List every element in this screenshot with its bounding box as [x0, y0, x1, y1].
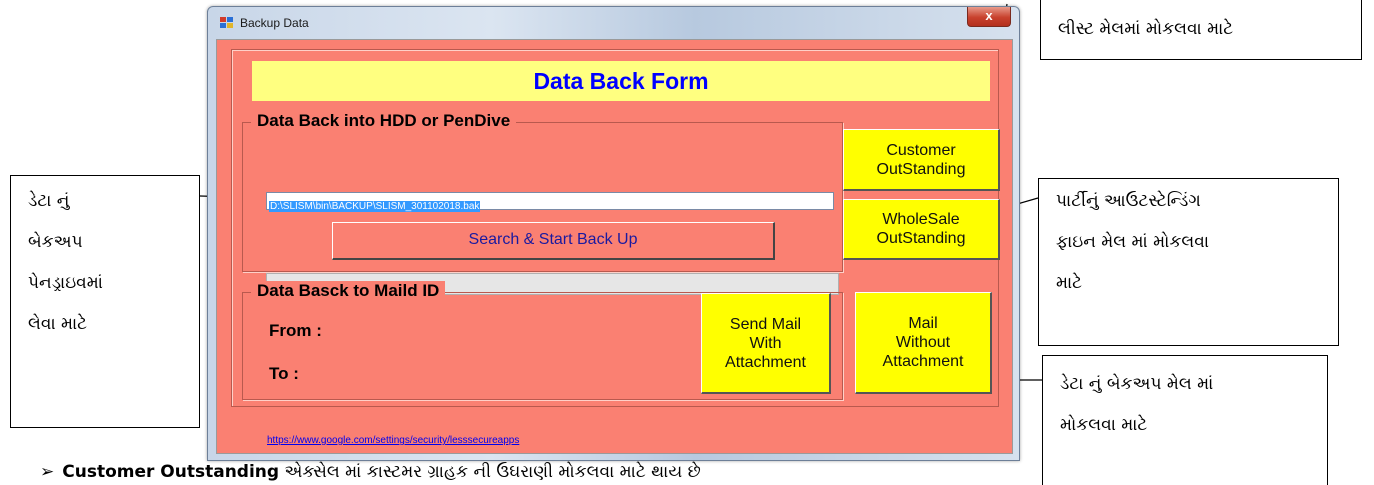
bottom-note-text: એક્સેલ માં કાસ્ટમર ગ્રાહક ની ઉઘરાણી મોકલ… — [279, 462, 701, 482]
search-start-backup-button[interactable]: Search & Start Back Up — [332, 222, 775, 260]
less-secure-apps-link[interactable]: https://www.google.com/settings/security… — [267, 435, 519, 446]
customer-outstanding-label-2: OutStanding — [876, 160, 966, 178]
bottom-note: ➢ Customer Outstanding એક્સેલ માં કાસ્ટમર… — [40, 462, 701, 482]
customer-outstanding-label-1: Customer — [886, 141, 956, 159]
bullet-arrow-icon: ➢ — [40, 462, 55, 482]
callout-left-line-3: પેનડ્રાઇવમાં — [28, 273, 103, 293]
callout-right-bottom: ડેટા નું બેકઅપ મેલ માં મોકલવા માટે — [1042, 355, 1328, 485]
backup-path-value: D:\SLISM\bin\BACKUP\SLISM_301102018.bak — [269, 201, 481, 212]
wholesale-outstanding-label-2: OutStanding — [876, 230, 966, 247]
mail-without-attachment-button[interactable]: Mail Without Attachment — [855, 292, 992, 394]
callout-right-bottom-line-1: ડેટા નું બેકઅપ મેલ માં — [1060, 374, 1214, 394]
callout-right-middle-line-3: માટે — [1056, 273, 1083, 293]
callout-left-line-4: લેવા માટે — [28, 314, 88, 334]
from-label: From : — [269, 321, 322, 340]
form-header: Data Back Form — [252, 61, 990, 101]
send-mail-label-1: Send Mail — [729, 315, 802, 333]
mail-without-label-2: Without — [895, 334, 951, 351]
hdd-group-legend: Data Back into HDD or PenDive — [251, 111, 517, 131]
callout-left-line-2: બેકઅપ — [28, 232, 83, 252]
app-icon — [220, 17, 234, 29]
send-mail-label-2: With — [749, 334, 782, 352]
wholesale-outstanding-button[interactable]: WholeSale OutStanding — [843, 199, 1000, 260]
window-title: Backup Data — [240, 16, 309, 30]
mail-group-legend: Data Basck to Maild ID — [251, 281, 446, 301]
callout-right-bottom-line-2: મોકલવા માટે — [1060, 415, 1148, 435]
wholesale-outstanding-label-1: WholeSale — [882, 211, 960, 228]
callout-right-middle-line-1: પાર્ટીનું આઉટસ્ટેન્ડિંગ — [1056, 191, 1201, 211]
callout-right-middle-line-2: ફાઇન મેલ માં મોકલવા — [1056, 232, 1209, 252]
form-client-area: Data Back Form Data Back into HDD or Pen… — [216, 39, 1013, 454]
send-mail-with-attachment-button[interactable]: Send Mail With Attachment — [701, 293, 831, 394]
callout-left: ડેટા નું બેકઅપ પેનડ્રાઇવમાં લેવા માટે — [10, 175, 200, 428]
mail-without-label-3: Attachment — [882, 353, 964, 370]
backup-data-window: Backup Data x Data Back Form Data Back i… — [207, 6, 1020, 461]
callout-right-middle: પાર્ટીનું આઉટસ્ટેન્ડિંગ ફાઇન મેલ માં મોક… — [1038, 178, 1339, 346]
bottom-note-bold: Customer Outstanding — [62, 462, 280, 482]
to-label: To : — [269, 364, 299, 383]
callout-top-right: લીસ્ટ મેલમાં મોકલવા માટે — [1040, 0, 1362, 60]
callout-top-right-line-1: લીસ્ટ મેલમાં મોકલવા માટે — [1058, 19, 1234, 39]
mail-without-label-1: Mail — [908, 315, 938, 332]
close-icon[interactable]: x — [967, 7, 1011, 27]
customer-outstanding-button[interactable]: Customer OutStanding — [843, 129, 1000, 191]
callout-left-line-1: ડેટા નું — [28, 191, 70, 211]
send-mail-label-3: Attachment — [725, 353, 806, 371]
backup-path-input[interactable]: D:\SLISM\bin\BACKUP\SLISM_301102018.bak — [266, 192, 834, 212]
title-bar: Backup Data x — [208, 7, 1019, 39]
